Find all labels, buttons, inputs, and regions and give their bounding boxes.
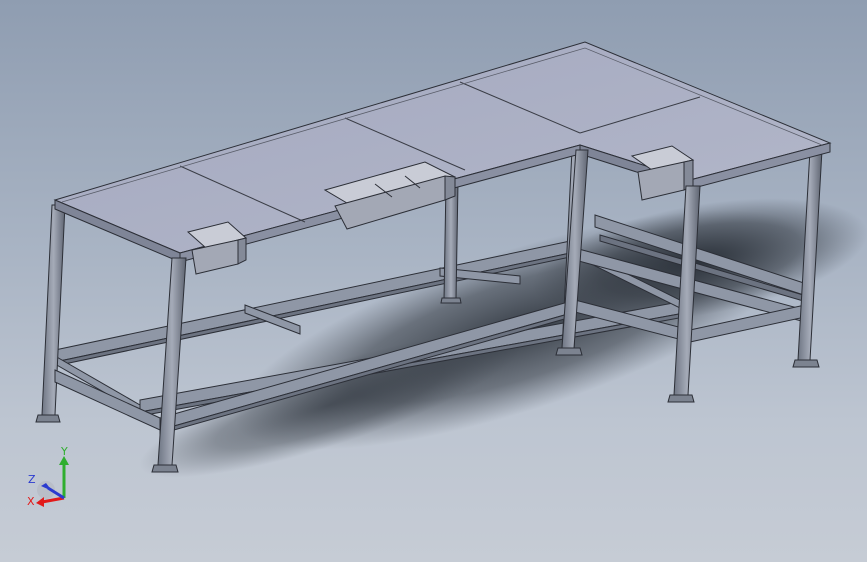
axis-triad: Y Z X xyxy=(26,446,76,508)
z-axis-label: Z xyxy=(28,473,36,486)
cad-graphics-viewport[interactable]: Y Z X xyxy=(0,0,867,562)
x-axis-arrow xyxy=(36,497,44,507)
workbench-3d-model[interactable] xyxy=(0,0,867,562)
sink-right xyxy=(630,145,695,201)
x-axis-label: X xyxy=(27,495,35,508)
y-axis-label: Y xyxy=(61,445,68,458)
